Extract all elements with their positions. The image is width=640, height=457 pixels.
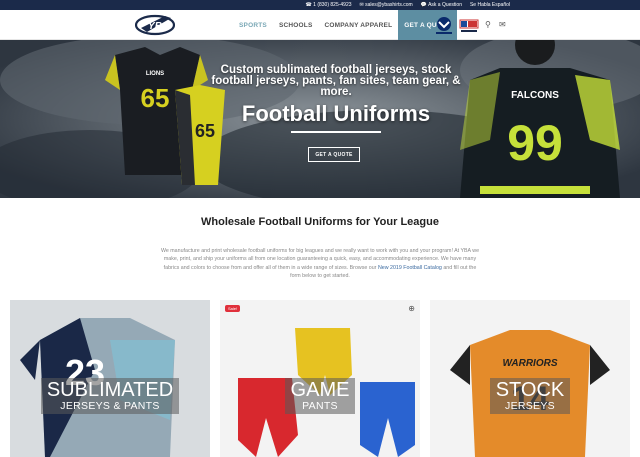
hero-subtitle: Custom sublimated football jerseys, stoc… <box>211 64 461 98</box>
sale-badge: Sale! <box>225 305 241 312</box>
left-jersey-number: 65 <box>141 83 170 113</box>
right-jersey-number: 99 <box>507 115 563 171</box>
right-jersey-team: FALCONS <box>511 90 559 101</box>
hero-text: Custom sublimated football jerseys, stoc… <box>206 64 466 133</box>
card-sublimated-label: SUBLIMATED JERSEYS & PANTS <box>10 378 210 414</box>
svg-text:YB: YB <box>148 21 162 32</box>
email-link[interactable]: ✉ sales@ybashirts.com <box>360 2 413 8</box>
site-header: YB SPORTS SCHOOLS COMPANY APPAREL GET A … <box>0 10 640 40</box>
card-game-pants-label: GAME PANTS <box>220 378 420 414</box>
stock-jersey-team: WARRIORS <box>503 358 558 369</box>
top-bar: ☎ 1 (830) 825-4923 ✉ sales@ybashirts.com… <box>0 0 640 10</box>
phone-link[interactable]: ☎ 1 (830) 825-4923 <box>306 2 352 8</box>
card-sublimated[interactable]: 23 SUBLIMATED JERSEYS & PANTS <box>10 300 210 457</box>
card-game-pants[interactable]: Sale! ⊕ GAME PANTS <box>220 300 420 457</box>
nav-schools[interactable]: SCHOOLS <box>273 10 319 40</box>
left-jersey-team: LIONS <box>146 71 164 77</box>
catalog-link[interactable]: New 2019 Football Catalog <box>378 265 442 271</box>
ask-question-link[interactable]: 💬 Ask a Question <box>421 2 462 8</box>
card-stock-jerseys-label: STOCK JERSEYS <box>430 378 630 414</box>
card-stock-jerseys[interactable]: WARRIORS 14 STOCK JERSEYS <box>430 300 630 457</box>
nav-company-apparel[interactable]: COMPANY APPAREL <box>318 10 398 40</box>
hero-divider <box>291 131 381 133</box>
spanish-link[interactable]: Se Habla Español <box>470 2 510 8</box>
nav-sports[interactable]: SPORTS <box>233 10 273 40</box>
hero-get-quote-button[interactable]: GET A QUOTE <box>308 147 360 162</box>
hero-banner: LIONS 65 65 FALCONS 99 Custom sublimated… <box>0 40 640 198</box>
falcons-player-image: FALCONS 99 <box>460 40 620 198</box>
byu-partner-logo[interactable] <box>433 16 455 36</box>
search-icon[interactable]: ⚲ <box>485 20 491 29</box>
chat-icon[interactable]: ✉ <box>499 20 506 29</box>
yba-logo[interactable]: YB <box>135 12 175 38</box>
nhs-partner-logo[interactable] <box>458 16 480 36</box>
hero-title: Football Uniforms <box>241 101 431 126</box>
main-nav: SPORTS SCHOOLS COMPANY APPAREL GET A QUO… <box>233 10 457 40</box>
zoom-icon[interactable]: ⊕ <box>408 304 415 313</box>
intro-paragraph: We manufacture and print wholesale footb… <box>160 248 480 280</box>
section-title: Wholesale Football Uniforms for Your Lea… <box>201 216 439 228</box>
